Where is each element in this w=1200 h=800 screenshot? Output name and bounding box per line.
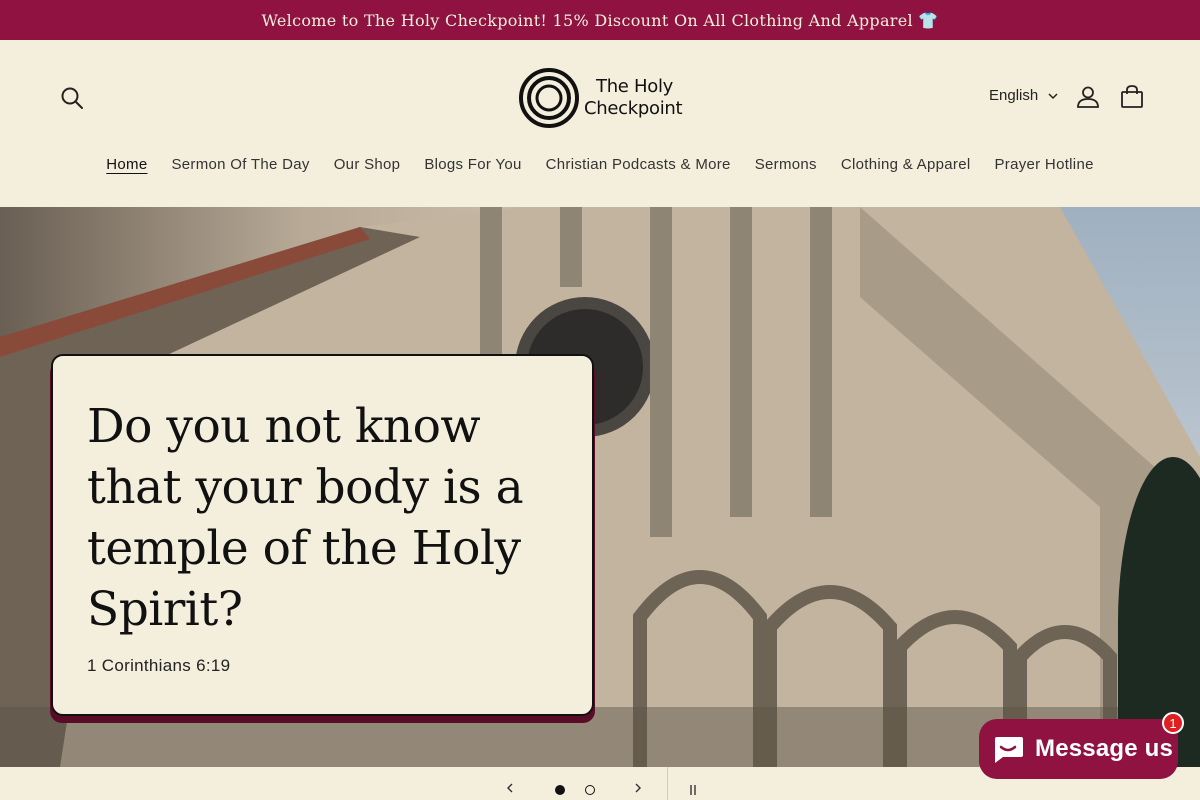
nav-item-prayer-hotline[interactable]: Prayer Hotline: [982, 156, 1105, 173]
hero-quote: Do you not know that your body is a temp…: [87, 399, 524, 637]
cart-icon[interactable]: [1119, 84, 1145, 110]
main-nav: Home Sermon Of The Day Our Shop Blogs Fo…: [0, 156, 1200, 173]
nav-item-sermons[interactable]: Sermons: [743, 156, 829, 173]
message-us-label: Message us: [1035, 735, 1174, 762]
slide-dot-1[interactable]: [555, 785, 565, 795]
logo-ring-icon: [519, 68, 579, 128]
nav-item-home[interactable]: Home: [94, 156, 159, 173]
nav-item-sermon-of-the-day[interactable]: Sermon Of The Day: [159, 156, 321, 173]
site-logo[interactable]: The Holy Checkpoint: [518, 66, 688, 130]
chevron-down-icon: [1048, 92, 1058, 99]
chat-bubble-icon: [995, 737, 1023, 763]
nav-item-clothing[interactable]: Clothing & Apparel: [829, 156, 983, 173]
nav-item-podcasts[interactable]: Christian Podcasts & More: [534, 156, 743, 173]
search-icon[interactable]: [58, 84, 86, 112]
nav-item-our-shop[interactable]: Our Shop: [322, 156, 413, 173]
logo-line-2: Checkpoint: [584, 98, 683, 119]
slide-dot-2[interactable]: [585, 785, 595, 795]
hero-quote-card: Do you not know that your body is a temp…: [51, 354, 594, 716]
message-us-button[interactable]: Message us: [979, 719, 1178, 779]
nav-item-blogs[interactable]: Blogs For You: [412, 156, 533, 173]
site-header: The Holy Checkpoint English Home Sermon …: [0, 40, 1200, 207]
announcement-bar: Welcome to The Holy Checkpoint! 15% Disc…: [0, 0, 1200, 40]
logo-text: The Holy Checkpoint: [584, 76, 683, 120]
slider-divider: [667, 767, 668, 800]
hero-reference: 1 Corinthians 6:19: [87, 656, 231, 675]
announcement-text: Welcome to The Holy Checkpoint! 15% Disc…: [261, 10, 939, 30]
chevron-right-icon[interactable]: [632, 781, 644, 795]
logo-line-1: The Holy: [596, 76, 674, 97]
language-label: English: [989, 87, 1039, 104]
pause-icon[interactable]: [688, 784, 698, 796]
account-icon[interactable]: [1075, 84, 1101, 110]
chevron-left-icon[interactable]: [504, 781, 516, 795]
language-selector[interactable]: English: [989, 87, 1058, 104]
chat-notification-badge: 1: [1162, 712, 1184, 734]
